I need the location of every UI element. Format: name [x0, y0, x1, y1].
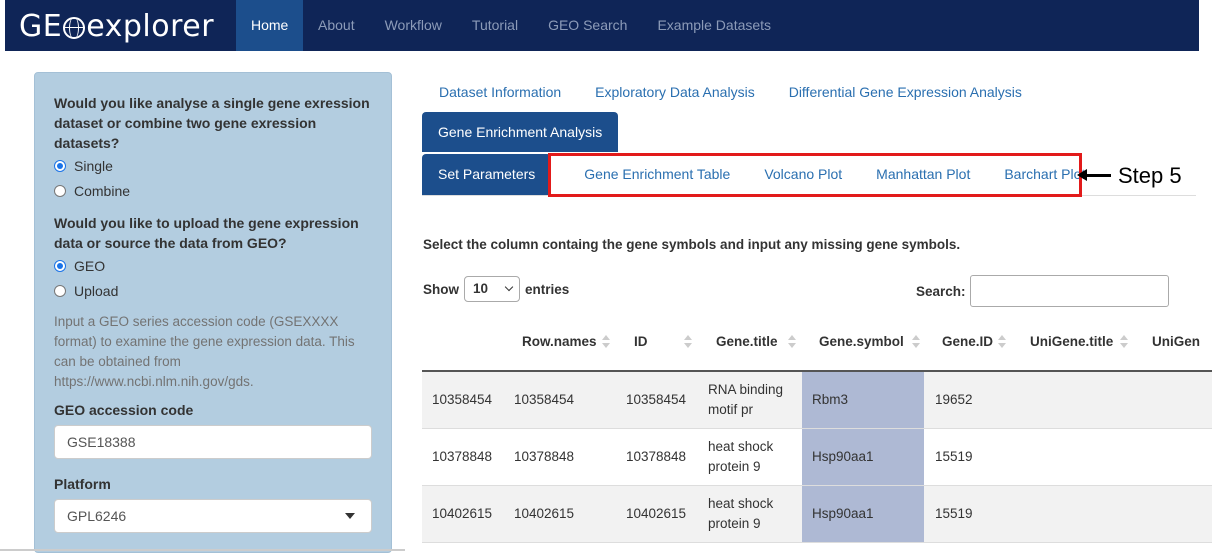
radio-combine[interactable]: Combine [54, 178, 372, 203]
sort-icon[interactable] [1120, 334, 1128, 350]
tab-differential-expression[interactable]: Differential Gene Expression Analysis [772, 74, 1039, 112]
radio-unselected-icon[interactable] [54, 284, 66, 297]
gene-id-cell: 15519 [935, 449, 973, 464]
platform-label: Platform [54, 476, 111, 492]
radio-geo-label: GEO [74, 257, 106, 274]
table-row[interactable]: 10378848 10378848 10378848 heat shock pr… [422, 429, 1212, 486]
gene-title-line2: motif pr [708, 402, 754, 417]
dataset-mode-question: Would you like analyse a single gene exr… [54, 95, 370, 151]
scrollbar-track[interactable] [0, 549, 405, 551]
nav-home[interactable]: Home [236, 0, 303, 51]
gene-title-line2: protein 9 [708, 516, 761, 531]
instruction-text: Select the column containg the gene symb… [423, 237, 961, 252]
accession-input[interactable]: GSE18388 [54, 425, 372, 459]
row-index: 10378848 [432, 449, 493, 464]
table-header: Row.names ID Gene.title Gene.symbol Gene… [422, 312, 1212, 372]
platform-value: GPL6246 [67, 508, 127, 524]
data-source-question: Would you like to upload the gene expres… [54, 215, 359, 251]
caret-down-icon [345, 513, 355, 519]
entries-control: Show 10 entries [423, 276, 569, 302]
gene-id-cell: 15519 [935, 506, 973, 521]
gene-title-line1: heat shock [708, 439, 774, 454]
col-gene-title[interactable]: Gene.title [716, 334, 778, 349]
brand-logo[interactable]: GE explorer [19, 9, 214, 44]
brand-prefix: GE [19, 9, 63, 44]
col-gene-symbol[interactable]: Gene.symbol [819, 334, 904, 349]
navbar: GE explorer Home About Workflow Tutorial … [5, 0, 1199, 51]
gene-id-cell: 19652 [935, 392, 973, 407]
globe-icon [63, 17, 86, 39]
col-unigene[interactable]: UniGen [1152, 334, 1200, 349]
chevron-down-icon [504, 282, 514, 292]
accession-label: GEO accession code [54, 402, 194, 418]
sort-icon[interactable] [788, 334, 796, 350]
radio-upload-label: Upload [74, 282, 119, 299]
row-index: 10358454 [432, 392, 493, 407]
search-input[interactable] [970, 275, 1169, 307]
left-arrow-icon [1077, 169, 1111, 181]
nav-menu: Home About Workflow Tutorial GEO Search … [236, 0, 786, 51]
id-cell: 10402615 [626, 506, 687, 521]
nav-tutorial[interactable]: Tutorial [457, 0, 533, 51]
table-row[interactable]: 10402615 10402615 10402615 heat shock pr… [422, 486, 1212, 543]
row-names-cell: 10358454 [514, 392, 575, 407]
entries-value: 10 [473, 281, 489, 296]
sort-icon[interactable] [998, 334, 1006, 350]
gene-symbol-cell[interactable]: Hsp90aa1 [812, 504, 874, 524]
main-tabs-row2: Gene Enrichment Analysis [422, 112, 619, 152]
data-table: Row.names ID Gene.title Gene.symbol Gene… [422, 312, 1212, 543]
sort-icon[interactable] [684, 334, 692, 350]
tab-exploratory-data-analysis[interactable]: Exploratory Data Analysis [578, 74, 772, 112]
show-label: Show [423, 281, 459, 297]
sort-icon[interactable] [602, 334, 610, 350]
table-row[interactable]: 10358454 10358454 10358454 RNA binding m… [422, 372, 1212, 429]
gene-symbol-cell[interactable]: Rbm3 [812, 390, 848, 410]
radio-selected-icon[interactable] [54, 159, 66, 172]
id-cell: 10378848 [626, 449, 687, 464]
accession-help-text: Input a GEO series accession code (GSEXX… [54, 314, 355, 389]
tab-gene-enrichment-analysis[interactable]: Gene Enrichment Analysis [422, 112, 619, 152]
col-row-names[interactable]: Row.names [522, 334, 597, 349]
search-label: Search: [916, 284, 966, 299]
gene-title-line2: protein 9 [708, 459, 761, 474]
row-names-cell: 10402615 [514, 506, 575, 521]
radio-single-label: Single [74, 157, 113, 174]
radio-geo[interactable]: GEO [54, 253, 372, 278]
highlight-box [548, 153, 1082, 197]
row-index: 10402615 [432, 506, 493, 521]
entries-select[interactable]: 10 [464, 276, 520, 302]
sort-icon[interactable] [912, 334, 920, 350]
sidebar-panel: Would you like analyse a single gene exr… [34, 72, 392, 553]
row-names-cell: 10378848 [514, 449, 575, 464]
gene-symbol-cell[interactable]: Hsp90aa1 [812, 447, 874, 467]
main-tabs: Dataset Information Exploratory Data Ana… [422, 74, 1039, 112]
nav-about[interactable]: About [303, 0, 370, 51]
nav-workflow[interactable]: Workflow [370, 0, 457, 51]
radio-combine-label: Combine [74, 182, 131, 199]
gene-title-line1: heat shock [708, 496, 774, 511]
radio-single[interactable]: Single [54, 153, 372, 178]
nav-geo-search[interactable]: GEO Search [533, 0, 642, 51]
nav-example-datasets[interactable]: Example Datasets [642, 0, 786, 51]
gene-title-line1: RNA binding [708, 382, 784, 397]
radio-selected-icon[interactable] [54, 259, 66, 272]
col-gene-id[interactable]: Gene.ID [942, 334, 993, 349]
brand-suffix: explorer [86, 9, 215, 44]
entries-label: entries [525, 281, 570, 297]
col-id[interactable]: ID [634, 334, 648, 349]
radio-unselected-icon[interactable] [54, 184, 66, 197]
tab-dataset-information[interactable]: Dataset Information [422, 74, 578, 112]
subtab-set-parameters[interactable]: Set Parameters [422, 154, 552, 195]
id-cell: 10358454 [626, 392, 687, 407]
radio-upload[interactable]: Upload [54, 278, 372, 303]
step-annotation: Step 5 [1118, 163, 1182, 188]
platform-select[interactable]: GPL6246 [54, 499, 372, 533]
col-unigene-title[interactable]: UniGene.title [1030, 334, 1113, 349]
